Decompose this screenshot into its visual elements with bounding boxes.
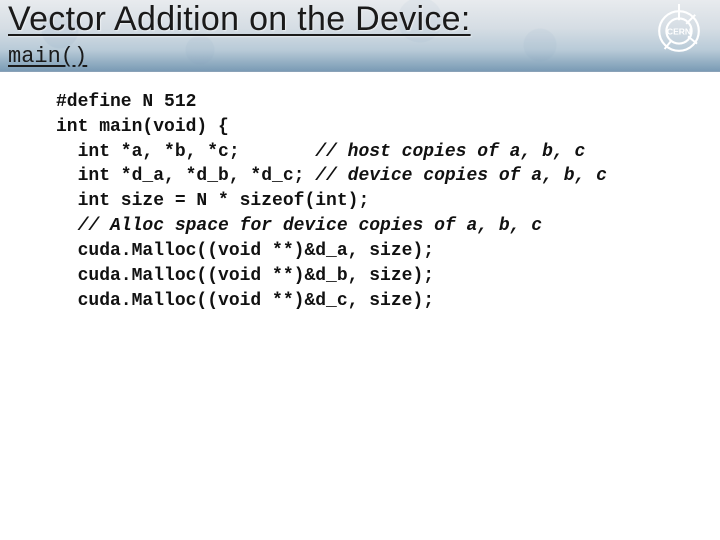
slide-subtitle: main() bbox=[8, 44, 87, 69]
code-text: int size = N * sizeof(int); bbox=[56, 191, 369, 211]
code-comment: // host copies of a, b, c bbox=[315, 142, 585, 162]
code-line: cuda.Malloc((void **)&d_c, size); bbox=[56, 289, 720, 314]
code-line: // Alloc space for device copies of a, b… bbox=[56, 214, 720, 239]
code-text: #define N 512 bbox=[56, 92, 196, 112]
code-comment: // device copies of a, b, c bbox=[315, 166, 607, 186]
code-text: cuda.Malloc((void **)&d_a, size); bbox=[56, 241, 434, 261]
code-text: int *d_a, *d_b, *d_c; bbox=[56, 166, 315, 186]
code-line: int *a, *b, *c; // host copies of a, b, … bbox=[56, 140, 720, 165]
code-text: cuda.Malloc((void **)&d_c, size); bbox=[56, 291, 434, 311]
cern-logo-icon: CERN bbox=[652, 4, 706, 58]
code-text: int *a, *b, *c; bbox=[56, 142, 315, 162]
slide-title: Vector Addition on the Device: bbox=[8, 0, 471, 39]
code-line: int main(void) { bbox=[56, 115, 720, 140]
code-line: cuda.Malloc((void **)&d_a, size); bbox=[56, 239, 720, 264]
code-text: cuda.Malloc((void **)&d_b, size); bbox=[56, 266, 434, 286]
slide-header: Vector Addition on the Device: main() CE… bbox=[0, 0, 720, 72]
code-line: int size = N * sizeof(int); bbox=[56, 189, 720, 214]
code-line: #define N 512 bbox=[56, 90, 720, 115]
code-line: int *d_a, *d_b, *d_c; // device copies o… bbox=[56, 164, 720, 189]
code-line: cuda.Malloc((void **)&d_b, size); bbox=[56, 264, 720, 289]
cern-logo-text: CERN bbox=[667, 27, 691, 37]
code-text bbox=[56, 216, 78, 236]
code-text: int main(void) { bbox=[56, 117, 229, 137]
code-listing: #define N 512 int main(void) { int *a, *b… bbox=[0, 72, 720, 313]
code-comment: // Alloc space for device copies of a, b… bbox=[78, 216, 542, 236]
